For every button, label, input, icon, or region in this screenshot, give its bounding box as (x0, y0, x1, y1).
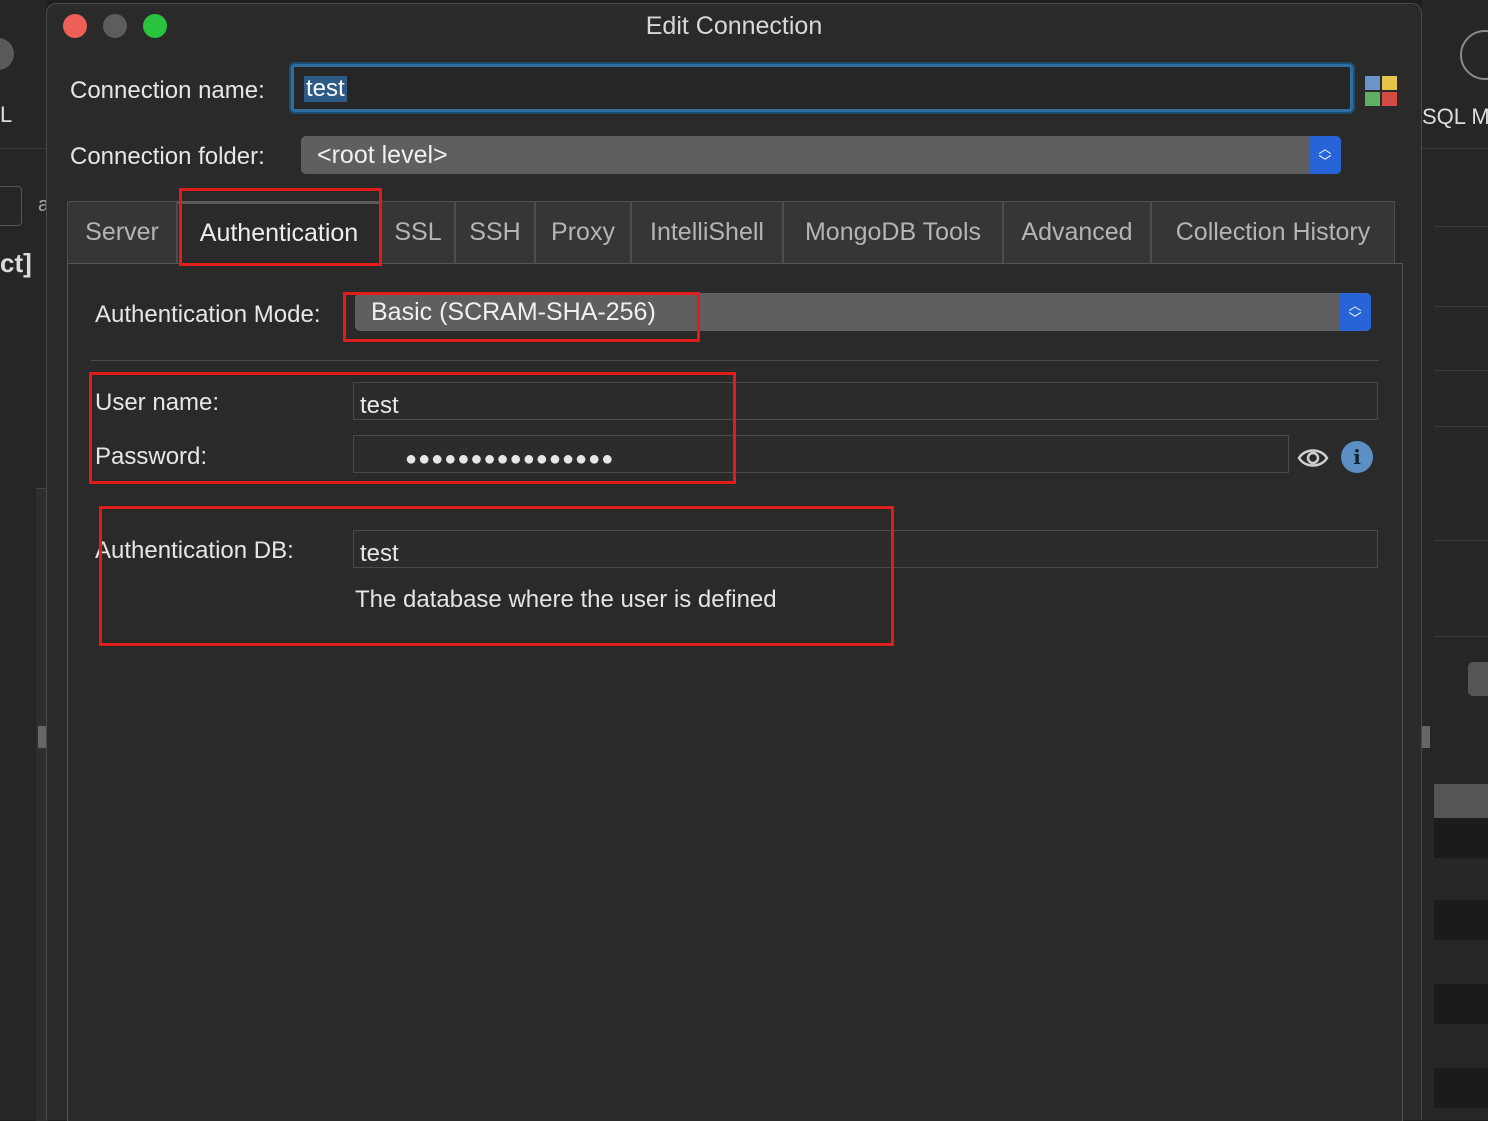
connection-name-input[interactable]: test (291, 64, 1353, 112)
toolbar-label-fragment: L (0, 102, 13, 127)
authentication-db-hint: The database where the user is defined (355, 586, 777, 613)
eye-icon[interactable] (1297, 444, 1329, 472)
password-label: Password: (95, 443, 208, 470)
input-fragment (0, 186, 22, 226)
separator (1434, 636, 1488, 637)
connection-folder-label: Connection folder: (70, 143, 265, 170)
dialog-title: Edit Connection (645, 12, 823, 40)
authentication-mode-select[interactable]: Basic (SCRAM-SHA-256) ︿ ﹀ (355, 293, 1371, 331)
username-input[interactable]: test (353, 382, 1378, 420)
table-row (1434, 900, 1488, 940)
tab-advanced[interactable]: Advanced (1003, 201, 1151, 263)
updown-arrows-icon: ︿ ﹀ (1309, 136, 1341, 174)
separator (1434, 426, 1488, 427)
connection-folder-value: <root level> (317, 141, 448, 169)
tab-authentication[interactable]: Authentication (177, 201, 381, 263)
button-fragment (1468, 662, 1488, 696)
updown-arrows-icon: ︿ ﹀ (1339, 293, 1371, 331)
tab-mongodb-tools[interactable]: MongoDB Tools (783, 201, 1003, 263)
title-bar: Edit Connection (47, 4, 1421, 48)
background-app-right: SQL Mi (1422, 0, 1488, 1120)
color-picker-icon[interactable] (1365, 76, 1397, 106)
tab-intellishell[interactable]: IntelliShell (631, 201, 783, 263)
authentication-db-input[interactable]: test (353, 530, 1378, 568)
info-icon[interactable]: i (1341, 441, 1373, 473)
toolbar-button-fragment (0, 38, 14, 70)
separator (0, 148, 46, 149)
tab-server[interactable]: Server (67, 201, 177, 263)
separator (1434, 540, 1488, 541)
username-label: User name: (95, 389, 220, 416)
password-mask: ●●●●●●●●●●●●●●●● (405, 448, 615, 470)
separator (1434, 226, 1488, 227)
splitter-handle (38, 726, 46, 748)
section-divider (91, 360, 1379, 361)
tab-proxy[interactable]: Proxy (535, 201, 631, 263)
tab-ssh[interactable]: SSH (455, 201, 535, 263)
separator (1434, 370, 1488, 371)
authentication-mode-label: Authentication Mode: (95, 301, 321, 328)
connection-name-label: Connection name: (70, 77, 265, 104)
toolbar-label-fragment: SQL Mi (1422, 104, 1488, 129)
tab-ssl[interactable]: SSL (381, 201, 455, 263)
authentication-db-label: Authentication DB: (95, 537, 294, 564)
splitter-handle (1422, 726, 1430, 748)
table-row (1434, 984, 1488, 1024)
authentication-mode-value: Basic (SCRAM-SHA-256) (371, 298, 656, 326)
table-row (1434, 1068, 1488, 1108)
connection-name-value: test (304, 75, 347, 102)
database-icon (1460, 30, 1488, 80)
tab-collection-history[interactable]: Collection History (1151, 201, 1395, 263)
background-app-left: L a ct] (0, 0, 49, 1121)
separator (1422, 148, 1488, 149)
connection-folder-select[interactable]: <root level> ︿ ﹀ (301, 136, 1341, 174)
table-row (1434, 818, 1488, 858)
tab-bar: Server Authentication SSL SSH Proxy Inte… (67, 201, 1403, 263)
edit-connection-dialog: Edit Connection Connection name: test Co… (46, 3, 1422, 1121)
separator (1434, 306, 1488, 307)
bracket-text-fragment: ct] (0, 248, 32, 278)
